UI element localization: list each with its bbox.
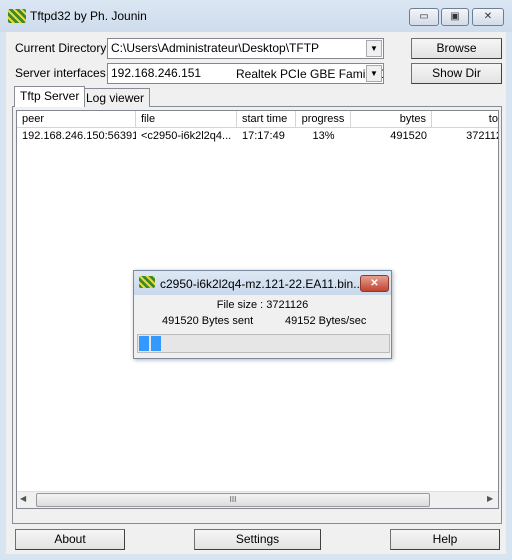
scrollbar-thumb[interactable]: III (36, 493, 430, 507)
app-icon (139, 276, 155, 288)
transfer-rate-text: 49152 Bytes/sec (285, 315, 367, 327)
server-interfaces-combo[interactable]: 192.168.246.151 Realtek PCIe GBE Family … (107, 63, 384, 84)
close-button[interactable]: ✕ (472, 8, 504, 26)
dialog-title: c2950-i6k2l2q4-mz.121-22.EA11.bin... (160, 277, 364, 291)
file-size-text: File size : 3721126 (216, 299, 309, 311)
settings-button[interactable]: Settings (194, 529, 321, 550)
bytes-sent-text: 491520 Bytes sent (162, 315, 254, 327)
about-button[interactable]: About (15, 529, 125, 550)
column-header-progress[interactable]: progress (296, 111, 351, 128)
current-directory-combo[interactable]: C:\Users\Administrateur\Desktop\TFTP ▼ (107, 38, 384, 59)
tab-log-viewer[interactable]: Log viewer (80, 88, 151, 107)
cell-file: <c2950-i6k2l2q4... (141, 130, 232, 142)
server-interfaces-label: Server interfaces (15, 66, 106, 80)
show-dir-button[interactable]: Show Dir (411, 63, 502, 84)
current-directory-value: C:\Users\Administrateur\Desktop\TFTP (111, 41, 320, 55)
column-header-start-time[interactable]: start time (237, 111, 296, 128)
app-icon (8, 9, 26, 23)
dialog-close-button[interactable]: ✕ (360, 275, 389, 292)
server-ip: 192.168.246.151 (111, 66, 202, 80)
current-directory-label: Current Directory (15, 41, 107, 55)
progress-bar (137, 334, 390, 353)
minimize-button[interactable]: ▭ (409, 8, 439, 26)
window-title: Tftpd32 by Ph. Jounin (30, 9, 147, 23)
horizontal-scrollbar[interactable]: ◀ III ▶ (17, 491, 498, 508)
help-button[interactable]: Help (390, 529, 500, 550)
column-header-bytes[interactable]: bytes (351, 111, 432, 128)
scroll-right-icon[interactable]: ▶ (487, 494, 493, 503)
cell-progress: 13% (312, 130, 335, 142)
cell-peer: 192.168.246.150:56391 (22, 130, 136, 142)
dialog-title-bar: c2950-i6k2l2q4-mz.121-22.EA11.bin... ✕ (134, 271, 391, 295)
browse-button[interactable]: Browse (411, 38, 502, 59)
cell-start-time: 17:17:49 (242, 130, 285, 142)
title-bar: Tftpd32 by Ph. Jounin ▭ ▣ ✕ (0, 0, 512, 32)
maximize-button[interactable]: ▣ (441, 8, 469, 26)
scroll-left-icon[interactable]: ◀ (20, 494, 26, 503)
server-adapter: Realtek PCIe GBE Family C (236, 67, 384, 81)
chevron-down-icon[interactable]: ▼ (366, 65, 382, 82)
transfer-dialog: c2950-i6k2l2q4-mz.121-22.EA11.bin... ✕ F… (133, 270, 392, 359)
progress-segment (139, 336, 149, 351)
column-header-total[interactable]: tot (432, 111, 498, 128)
cell-bytes: 491520 (390, 130, 427, 142)
cell-total: 372112 (466, 130, 499, 142)
column-header-peer[interactable]: peer (17, 111, 136, 128)
column-header-file[interactable]: file (136, 111, 237, 128)
chevron-down-icon[interactable]: ▼ (366, 40, 382, 57)
progress-segment (151, 336, 161, 351)
tab-tftp-server[interactable]: Tftp Server (14, 86, 86, 107)
